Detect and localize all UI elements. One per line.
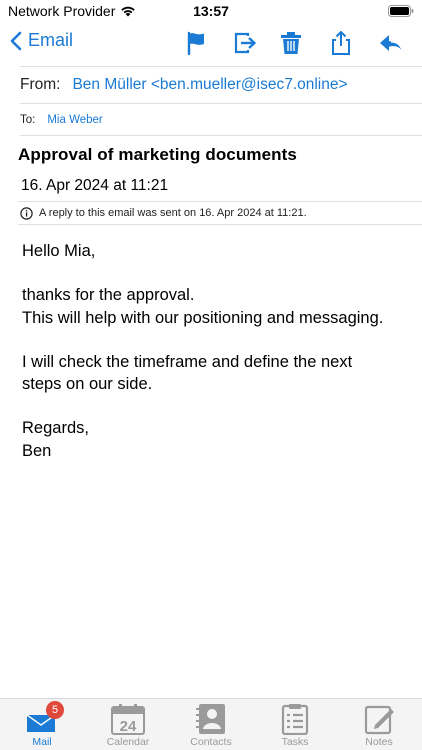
email-body: Hello Mia, thanks for the approval. This… <box>22 240 417 462</box>
recipient-name[interactable]: Mia Weber <box>47 114 102 126</box>
move-to-folder-icon[interactable] <box>232 30 258 56</box>
tab-contacts[interactable]: Contacts <box>169 703 253 749</box>
battery-icon <box>388 5 414 17</box>
chevron-left-icon <box>10 31 22 50</box>
email-date: 16. Apr 2024 at 11:21 <box>21 177 169 194</box>
reply-note-text: A reply to this email was sent on 16. Ap… <box>39 207 307 219</box>
to-row: To: Mia Weber <box>20 104 422 136</box>
notes-icon <box>364 705 394 735</box>
tab-notes[interactable]: Notes <box>337 703 421 749</box>
reply-icon[interactable] <box>378 30 404 56</box>
nav-bar: Email <box>0 24 422 64</box>
from-row: From: Ben Müller <ben.mueller@isec7.onli… <box>20 66 422 104</box>
body-greeting: Hello Mia, <box>22 242 96 260</box>
tasks-icon <box>281 704 309 735</box>
body-line: I will check the timeframe and define th… <box>22 352 353 371</box>
back-button[interactable]: Email <box>10 30 73 51</box>
tab-mail-label: Mail <box>32 736 52 748</box>
body-line: thanks for the approval. <box>22 286 195 305</box>
sender-address[interactable]: Ben Müller <ben.mueller@isec7.online> <box>72 76 347 94</box>
calendar-icon: 24 <box>111 704 145 735</box>
body-closing: Regards, <box>22 419 89 438</box>
status-bar: Network Provider 13:57 <box>0 0 422 24</box>
body-signature: Ben <box>22 441 52 460</box>
contacts-icon <box>196 704 225 734</box>
back-label: Email <box>28 30 74 50</box>
reply-info-banner: A reply to this email was sent on 16. Ap… <box>18 201 422 225</box>
body-line: This will help with our positioning and … <box>22 308 384 327</box>
share-icon[interactable] <box>328 30 354 56</box>
body-line: steps on our side. <box>22 375 153 394</box>
tab-calendar-label: Calendar <box>106 736 150 748</box>
tab-tasks-label: Tasks <box>281 736 309 748</box>
unread-badge: 5 <box>46 701 64 719</box>
info-icon <box>20 206 33 220</box>
clock: 13:57 <box>193 3 229 19</box>
calendar-day: 24 <box>120 718 137 735</box>
tab-calendar[interactable]: 24 Calendar <box>86 703 170 749</box>
flag-icon[interactable] <box>184 30 210 56</box>
from-label: From: <box>20 76 61 93</box>
tab-tasks[interactable]: Tasks <box>253 703 337 749</box>
trash-icon[interactable] <box>278 30 304 56</box>
tab-mail[interactable]: 5 Mail <box>0 701 84 749</box>
to-label: To: <box>20 113 36 126</box>
email-subject: Approval of marketing documents <box>18 145 297 164</box>
tab-notes-label: Notes <box>365 736 393 748</box>
tab-contacts-label: Contacts <box>190 736 232 748</box>
tab-bar: 5 Mail 24 Calendar Contacts Tasks Notes <box>0 698 422 750</box>
